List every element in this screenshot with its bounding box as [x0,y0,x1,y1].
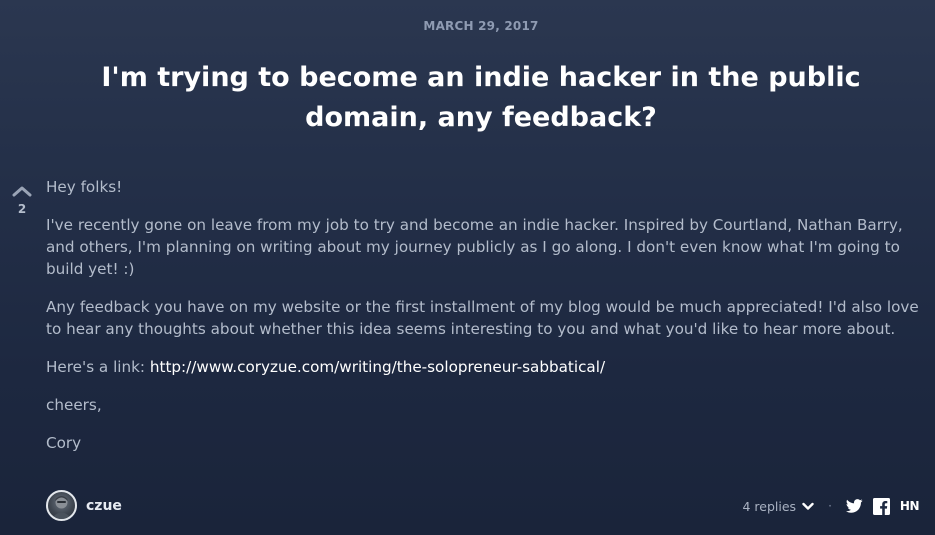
post-actions: 4 replies · HN [743,496,920,516]
post-footer: czue 4 replies · HN [46,490,920,522]
vote-count: 2 [17,202,27,216]
upvote-chevron-up-icon[interactable] [12,182,32,197]
avatar[interactable] [46,490,77,521]
post-paragraph: Any feedback you have on my website or t… [46,298,919,338]
link-prefix: Here's a link: [46,358,150,376]
post-paragraph: I've recently gone on leave from my job … [46,216,903,278]
vote-widget: 2 [10,182,34,216]
twitter-icon[interactable] [845,499,863,513]
post-date: MARCH 29, 2017 [423,19,539,33]
post-closing: cheers, [46,396,102,414]
post-signature: Cory [46,434,82,452]
post-title: I'm trying to become an indie hacker in … [101,62,861,133]
replies-toggle[interactable]: 4 replies [743,499,815,514]
separator-dot: · [828,499,832,513]
replies-count: 4 replies [742,498,797,514]
username[interactable]: czue [86,498,122,514]
hn-icon[interactable]: HN [900,499,920,513]
chevron-down-icon [802,502,814,511]
post-link[interactable]: http://www.coryzue.com/writing/the-solop… [150,358,605,376]
link-paragraph: Here's a link: http://www.coryzue.com/wr… [46,356,921,378]
post-paragraph: Hey folks! [46,178,123,196]
post-body: Hey folks! I've recently gone on leave f… [46,176,921,470]
facebook-icon[interactable] [872,497,890,515]
